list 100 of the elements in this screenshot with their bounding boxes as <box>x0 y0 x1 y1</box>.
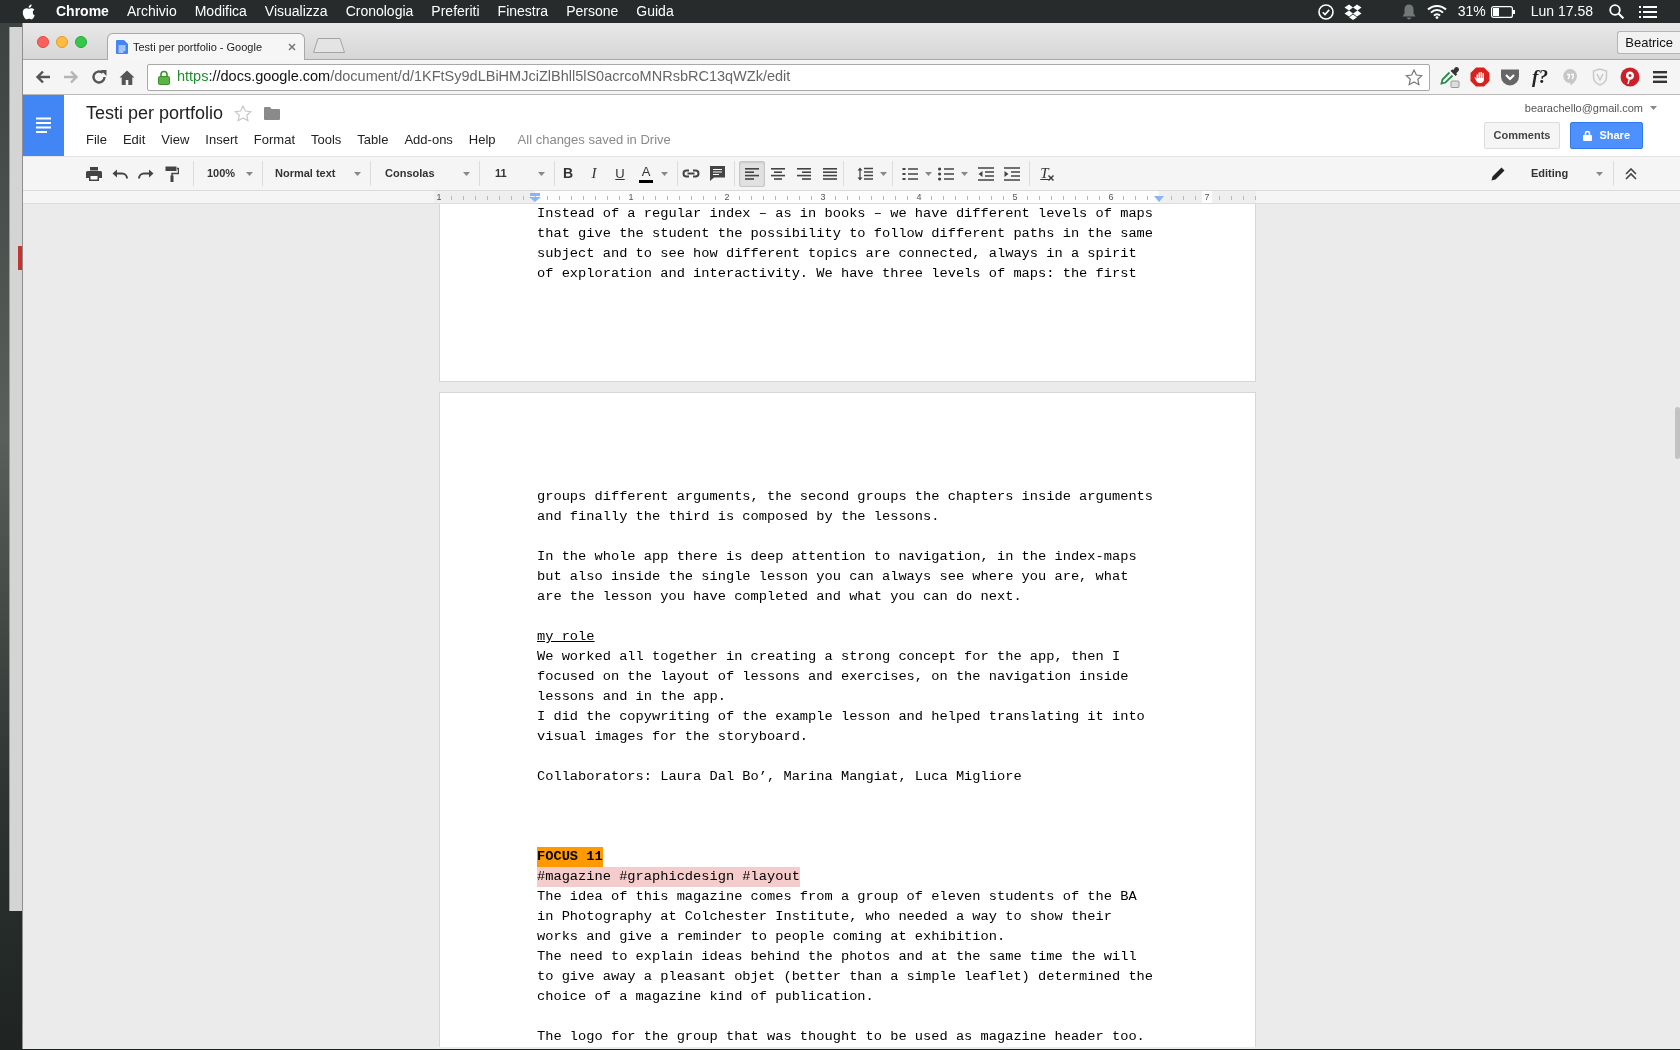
bookmark-star-icon[interactable] <box>1405 68 1423 86</box>
document-icon <box>116 40 128 54</box>
caret-icon[interactable] <box>1650 106 1657 110</box>
eyedropper-icon[interactable] <box>1440 66 1460 88</box>
menu-item[interactable]: Guida <box>627 0 683 23</box>
menu-item[interactable]: Table <box>357 130 389 150</box>
menu-item[interactable]: Tools <box>311 130 342 150</box>
caret-icon[interactable] <box>246 171 253 176</box>
underline-button[interactable]: U <box>607 160 633 187</box>
section-title: FOCUS 11 <box>537 847 603 867</box>
profile-button[interactable]: Beatrice <box>1617 31 1680 54</box>
font-size-dropdown[interactable]: 11 <box>480 160 554 187</box>
extension-button[interactable]: f? <box>1532 66 1548 88</box>
stop-hand-icon[interactable] <box>1470 67 1490 87</box>
align-justify-icon <box>823 167 837 180</box>
pin-badge-icon[interactable] <box>1620 67 1640 87</box>
ruler-number: 5 <box>1010 191 1020 203</box>
clear-formatting-button[interactable]: T <box>1034 160 1060 187</box>
reload-icon[interactable] <box>91 69 107 85</box>
apple-logo-icon[interactable] <box>22 3 35 20</box>
menu-item[interactable]: Visualizza <box>255 0 337 23</box>
menu-item[interactable]: Add-ons <box>404 130 453 150</box>
zoom-dropdown[interactable]: 100% <box>194 160 262 187</box>
menu-item[interactable]: Persone <box>557 0 628 23</box>
close-icon[interactable] <box>37 36 49 48</box>
bold-button[interactable]: B <box>555 160 581 187</box>
address-field[interactable]: https://docs.google.com/document/d/1KFtSy9dLBiHMJciZlBhll5lS0acrcoMNRsbRC13qWZk/edit <box>147 63 1430 91</box>
text-color-button[interactable]: A <box>633 160 659 187</box>
menu-item[interactable]: Archivio <box>117 0 186 23</box>
font-dropdown[interactable]: Consolas <box>371 160 479 187</box>
clock[interactable]: Lun 17.58 <box>1530 0 1593 23</box>
menu-item[interactable]: Insert <box>205 130 238 150</box>
paint-roller-icon[interactable] <box>165 165 179 182</box>
caret-icon[interactable] <box>354 171 361 176</box>
paragraph: The idea of this magazine comes from a group of eleven students of the BA in Photography at Colchester Institute, who needed a way to show their works and give a reminder to people coming at exhibition. <box>537 888 1138 946</box>
align-left-icon <box>745 167 759 180</box>
bell-icon[interactable] <box>1401 3 1416 20</box>
decrease-indent-icon[interactable] <box>978 166 994 181</box>
menu-item[interactable]: View <box>161 130 190 150</box>
scrollbar-thumb[interactable] <box>1675 407 1680 459</box>
indent-marker-icon[interactable] <box>1154 196 1164 202</box>
caret-icon[interactable] <box>660 171 668 176</box>
line-spacing-icon[interactable] <box>857 166 873 181</box>
paragraph: The need to explain ideas behind the photos and at the same time the will to give away a pleasant objet (better than a simple leaflet) determined the choice of a magazine kind of publication. <box>537 948 1155 1006</box>
caret-icon[interactable] <box>960 171 968 176</box>
ruler-number: 1 <box>434 191 444 203</box>
undo-icon[interactable] <box>112 168 128 179</box>
ruler-number: 1 <box>626 191 636 203</box>
edge-marker <box>18 246 22 270</box>
close-icon[interactable] <box>288 43 296 51</box>
print-icon[interactable] <box>86 166 102 181</box>
chevron-badge-icon[interactable] <box>1500 68 1520 86</box>
diamond-cluster-icon[interactable] <box>1343 3 1362 20</box>
bulleted-list-icon[interactable] <box>938 166 954 181</box>
star-icon[interactable] <box>234 104 253 122</box>
numbered-list-icon[interactable] <box>902 166 918 181</box>
wifi-icon[interactable] <box>1426 4 1447 19</box>
menu-item[interactable]: Help <box>468 130 496 150</box>
menu-item[interactable]: Modifica <box>185 0 256 23</box>
browser-tab[interactable]: Testi per portfolio - Google <box>107 33 305 60</box>
section-label: my role <box>537 628 595 646</box>
caret-icon[interactable] <box>924 171 932 176</box>
style-dropdown[interactable]: Normal text <box>263 160 370 187</box>
mode-dropdown[interactable]: Editing <box>1483 160 1613 187</box>
home-icon[interactable] <box>119 69 135 85</box>
menu-item[interactable]: Format <box>253 130 295 150</box>
menu-icon[interactable] <box>1653 71 1667 83</box>
caret-icon[interactable] <box>538 171 545 176</box>
document-title[interactable]: Testi per portfolio <box>86 99 224 127</box>
link-icon[interactable] <box>682 169 700 178</box>
double-chevron-icon[interactable] <box>1625 167 1637 180</box>
list-icon[interactable] <box>1639 4 1657 19</box>
italic-button[interactable]: I <box>581 160 607 187</box>
search-icon[interactable] <box>1609 4 1624 19</box>
save-status: All changes saved in Drive <box>517 131 671 149</box>
paragraph: In the whole app there is deep attention to navigation, in the index-maps but also inside the single lesson you can always see where you are, what are the lesson you have completed and what you can do next. <box>537 548 1138 606</box>
indent-marker-icon[interactable] <box>529 193 541 202</box>
align-left-button[interactable] <box>739 160 765 187</box>
menu-item[interactable]: Finestra <box>488 0 558 23</box>
battery-icon[interactable] <box>1490 5 1515 18</box>
menu-item[interactable]: Cronologia <box>336 0 423 23</box>
account-email[interactable]: bearachello@gmail.com <box>1524 99 1643 117</box>
menu-item[interactable]: Preferiti <box>422 0 489 23</box>
redo-icon[interactable] <box>138 168 154 179</box>
menu-item[interactable]: File <box>86 130 107 150</box>
increase-indent-icon[interactable] <box>1004 166 1020 181</box>
document-logo-icon[interactable] <box>23 95 64 156</box>
check-circle-icon[interactable] <box>1317 3 1334 20</box>
paragraph: We worked all together in creating a strong concept for the app, then I focused on the layout of lessons and exercises, on the navigation inside lessons and in the app. <box>537 648 1130 706</box>
align-right-icon <box>797 167 811 180</box>
menu-item[interactable]: Edit <box>122 130 146 150</box>
paragraph: The logo for the group that was thought to be used as magazine header too. <box>537 1028 1145 1046</box>
comment-icon[interactable] <box>709 166 725 181</box>
app-menu[interactable]: Chrome <box>47 0 118 23</box>
caret-icon[interactable] <box>879 171 887 176</box>
folder-icon[interactable] <box>264 106 281 120</box>
caret-icon[interactable] <box>463 171 470 176</box>
caret-icon[interactable] <box>1596 171 1603 176</box>
comments-button[interactable]: Comments <box>1483 122 1561 149</box>
back-arrow-icon[interactable] <box>35 70 51 84</box>
